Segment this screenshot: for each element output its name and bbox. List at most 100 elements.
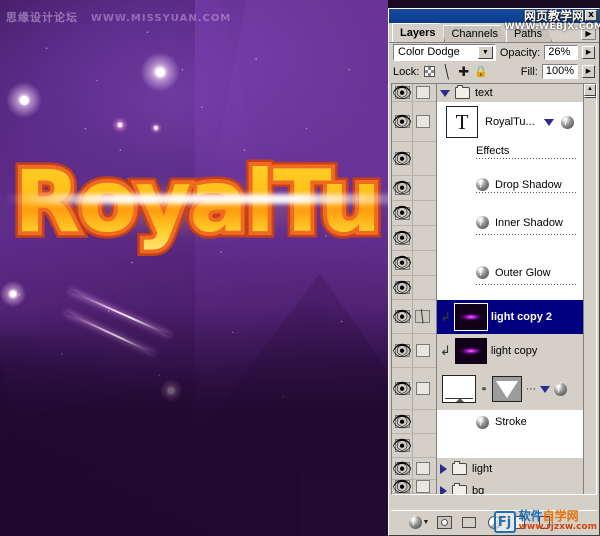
eye-icon[interactable]: 👁 (395, 480, 410, 493)
eye-cell[interactable]: 👁 (392, 480, 436, 494)
eye-cell[interactable]: 👁 (392, 226, 436, 251)
eye-cell[interactable]: 👁 (392, 434, 436, 458)
watermark-webjx-url: WWW.WEBJX.COM (505, 22, 600, 32)
eye-cell[interactable]: 👁 (392, 334, 436, 368)
layer-thumbnail-light[interactable] (455, 304, 487, 330)
eye-cell[interactable]: 👁 (392, 102, 436, 142)
eye-icon[interactable]: 👁 (395, 115, 410, 128)
effect-name: Stroke (495, 416, 527, 428)
watermark-webjx: 网页教学网 WWW.WEBJX.COM (510, 9, 598, 33)
brush-edit-icon[interactable]: ╱ (415, 310, 430, 323)
folder-icon (452, 485, 467, 495)
tab-layers[interactable]: Layers (392, 23, 445, 42)
add-layer-mask-button[interactable] (436, 514, 452, 530)
mask-separator-icon: ⋯ (526, 384, 536, 395)
link-cell[interactable] (416, 462, 430, 475)
opacity-slider-arrow-icon[interactable]: ▶ (582, 46, 595, 59)
layer-row-effects-header[interactable]: Effects (436, 142, 584, 159)
layer-row-effect-inner-shadow[interactable]: Inner Shadow (436, 210, 584, 235)
new-group-button[interactable] (461, 514, 477, 530)
eye-cell[interactable]: 👁 (392, 142, 436, 176)
eye-cell[interactable]: 👁 (392, 176, 436, 201)
chevron-down-icon[interactable] (540, 386, 550, 393)
chevron-right-icon[interactable] (440, 486, 447, 495)
eye-icon[interactable]: 👁 (395, 344, 410, 357)
blend-opacity-row: Color Dodge ▼ Opacity: 26% ▶ (389, 43, 599, 62)
layer-row-group-text[interactable]: text (436, 84, 584, 102)
layer-row-text-royaltu[interactable]: T RoyalTu... (436, 102, 584, 142)
layer-row-effect-outer-glow[interactable]: Outer Glow (436, 260, 584, 285)
eye-icon[interactable]: 👁 (395, 382, 410, 395)
title-shine-band (4, 194, 388, 204)
fill-input[interactable]: 100% (542, 64, 578, 79)
lock-fill-row: Lock: ╱ ✚ 🔒 Fill: 100% ▶ (389, 62, 599, 81)
eye-icon[interactable]: 👁 (395, 232, 410, 245)
layer-row-light-copy-2[interactable]: ↳ light copy 2 (436, 300, 584, 334)
effect-name: Drop Shadow (495, 179, 562, 191)
eye-icon[interactable]: 👁 (395, 310, 410, 323)
blend-mode-select[interactable]: Color Dodge ▼ (393, 44, 496, 61)
layer-thumbnail-vector-mask[interactable] (492, 376, 522, 402)
link-cell[interactable] (416, 382, 430, 395)
link-cell[interactable] (416, 480, 430, 493)
layer-rows: text T RoyalTu... Effects Drop Shadow (436, 84, 584, 494)
layer-effects-fx-icon[interactable] (554, 383, 567, 396)
layer-row-shape-with-mask[interactable]: ⚭ ⋯ (436, 368, 584, 410)
scrollbar-thumb[interactable] (584, 96, 596, 98)
eye-icon[interactable]: 👁 (395, 257, 410, 270)
link-cell[interactable] (416, 344, 430, 357)
chevron-down-icon[interactable] (544, 119, 554, 126)
layer-name: light copy (491, 345, 537, 357)
screenshot-root: RoyalTu RoyalTu RoyalTu 思缘设计论坛 WWW.MISSY… (0, 0, 600, 536)
link-cell[interactable] (416, 86, 430, 99)
eye-cell[interactable]: 👁 (392, 84, 436, 102)
clipping-mask-arrow-icon: ↳ (440, 343, 451, 359)
chevron-down-icon[interactable]: ▼ (478, 46, 493, 59)
layer-row-effect-stroke[interactable]: Stroke (436, 410, 584, 434)
tab-channels[interactable]: Channels (443, 25, 507, 42)
layer-style-fx-button[interactable]: ▼ (411, 514, 427, 530)
eye-icon[interactable]: 👁 (395, 462, 410, 475)
layer-row-group-bg[interactable]: bg (436, 480, 584, 495)
layer-thumbnail-text[interactable]: T (446, 106, 478, 138)
layer-row-light-copy[interactable]: ↳ light copy (436, 334, 584, 368)
lock-image-brush-icon[interactable]: ╱ (438, 62, 456, 80)
chevron-down-icon[interactable] (440, 90, 450, 97)
link-cell[interactable] (416, 115, 430, 128)
eye-icon[interactable]: 👁 (395, 152, 410, 165)
layer-thumbnail-shape-fill[interactable] (442, 375, 476, 403)
lock-all-padlock-icon[interactable]: 🔒 (474, 65, 487, 78)
layer-name: bg (472, 485, 484, 495)
eye-icon[interactable]: 👁 (395, 415, 410, 428)
photoshop-canvas-artwork[interactable]: RoyalTu RoyalTu RoyalTu 思缘设计论坛 WWW.MISSY… (0, 0, 388, 536)
eye-cell[interactable]: 👁 (392, 368, 436, 410)
eye-icon[interactable]: 👁 (395, 439, 410, 452)
eye-icon[interactable]: 👁 (395, 86, 410, 99)
layer-row-group-light[interactable]: light (436, 458, 584, 480)
eye-cell[interactable]: 👁 (392, 201, 436, 226)
chevron-right-icon[interactable] (440, 464, 447, 474)
layer-list[interactable]: 👁 👁 👁 👁 👁 👁 👁 (391, 83, 597, 495)
scroll-up-icon[interactable]: ▲ (584, 84, 596, 96)
eye-cell[interactable]: 👁 (392, 251, 436, 276)
layer-effects-fx-icon[interactable] (561, 116, 574, 129)
layer-list-scrollbar[interactable]: ▲ (583, 84, 596, 494)
eye-cell-selected[interactable]: 👁 ╱ (392, 300, 436, 334)
watermark-rjzxw: Fj 软件自学网 www.rjzxw.com (494, 511, 597, 533)
lock-position-move-icon[interactable]: ✚ (457, 65, 470, 78)
link-mask-icon[interactable]: ⚭ (480, 382, 488, 396)
fill-slider-arrow-icon[interactable]: ▶ (582, 65, 595, 78)
eye-icon[interactable]: 👁 (395, 182, 410, 195)
layer-thumbnail-light[interactable] (455, 338, 487, 364)
watermark-webjx-cn: 网页教学网 (524, 10, 584, 22)
layer-row-effect-drop-shadow[interactable]: Drop Shadow (436, 176, 584, 193)
eye-icon[interactable]: 👁 (395, 207, 410, 220)
opacity-input[interactable]: 26% (544, 45, 578, 60)
eye-icon[interactable]: 👁 (395, 281, 410, 294)
eye-cell[interactable]: 👁 (392, 410, 436, 434)
lock-transparency-icon[interactable] (423, 65, 436, 78)
layers-palette[interactable]: x Layers Channels Paths ▶ Color Dodge ▼ … (388, 8, 600, 536)
effect-fx-icon (476, 216, 489, 229)
eye-cell[interactable]: 👁 (392, 276, 436, 300)
layer-name: text (475, 87, 493, 99)
